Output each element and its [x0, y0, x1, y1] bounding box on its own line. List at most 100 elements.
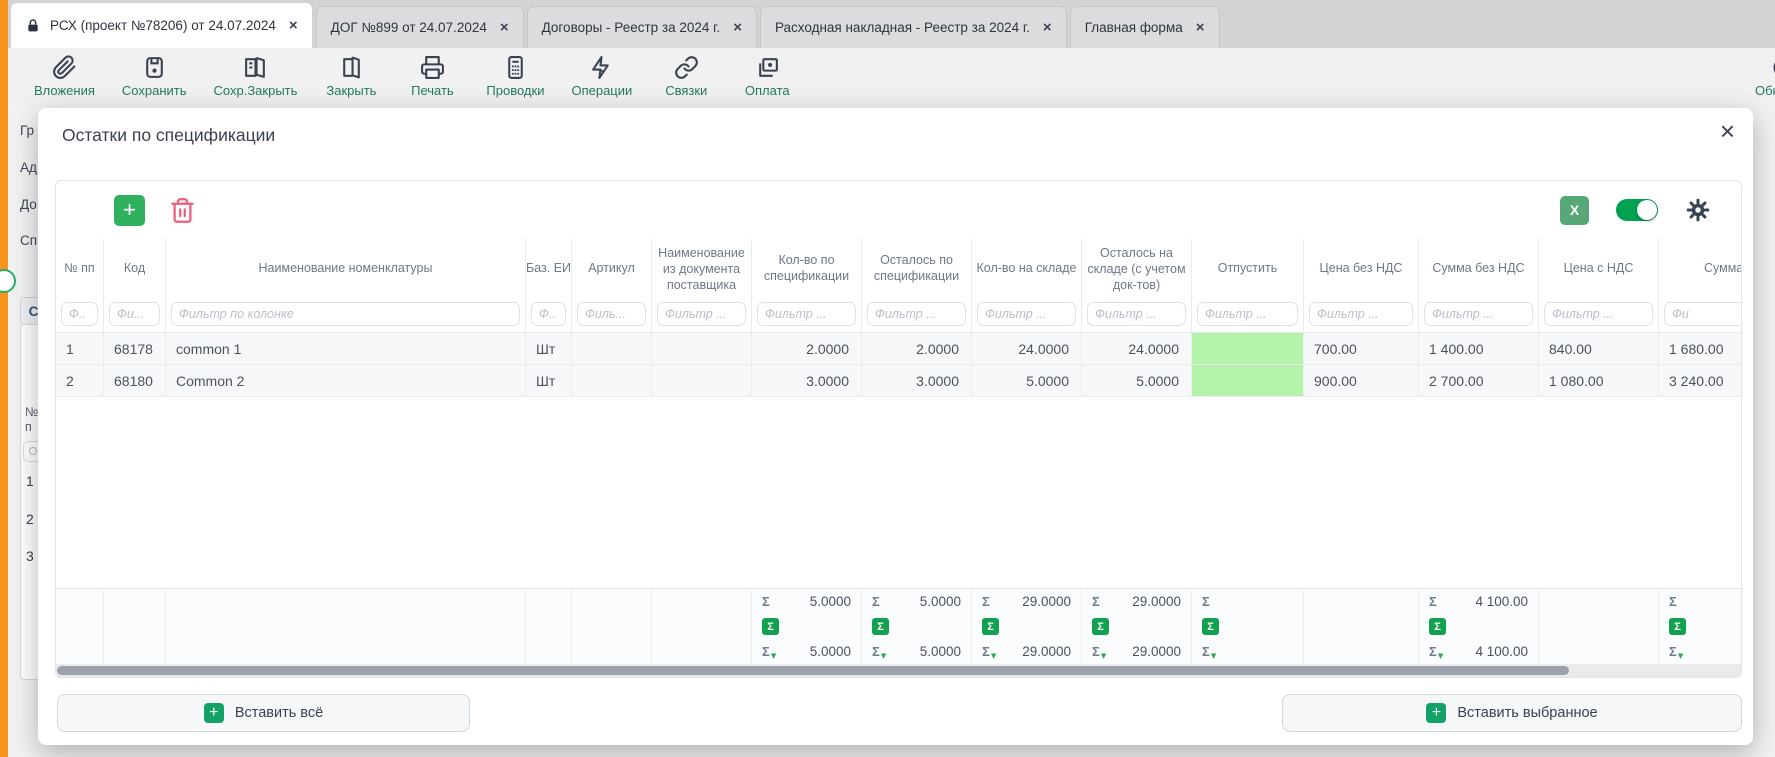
th-price-no-vat[interactable]: Цена без НДС [1304, 239, 1419, 297]
scrollbar-thumb[interactable] [57, 666, 1569, 675]
dialog-close-icon[interactable]: × [1720, 116, 1735, 146]
th-code[interactable]: Код [104, 239, 166, 297]
toolbar-item-close[interactable]: Закрыть [324, 55, 378, 108]
sigma-filtered-icon: Σ [872, 645, 880, 658]
toolbar-item-save[interactable]: Сохранить [122, 55, 187, 108]
cell-supplier-doc [652, 365, 752, 396]
tab-dogovory-reestr[interactable]: Договоры - Реестр за 2024 г. × [527, 6, 757, 48]
add-row-button[interactable]: + [114, 195, 145, 226]
insert-all-button[interactable]: + Вставить всё [57, 694, 470, 732]
filter-input-article[interactable] [577, 302, 646, 326]
cell-price-no-vat: 900.00 [1304, 365, 1419, 396]
filter-input-nomenclature[interactable] [171, 302, 520, 326]
filter-input-price-no-vat[interactable] [1309, 302, 1413, 326]
filter-input-qty-by-spec[interactable] [757, 302, 856, 326]
sum-button[interactable]: Σ [872, 618, 889, 635]
cell-npp: 2 [56, 365, 104, 396]
filter-input-npp[interactable] [61, 302, 98, 326]
gear-icon[interactable] [1685, 197, 1711, 223]
toolbar-item-label: Сохр.Закрыть [214, 83, 298, 98]
filter-cell [104, 297, 166, 332]
tab-rashodnaya-reestr[interactable]: Расходная накладная - Реестр за 2024 г. … [760, 6, 1067, 48]
th-price-vat[interactable]: Цена с НДС [1539, 239, 1659, 297]
filter-input-supplier-doc[interactable] [657, 302, 746, 326]
spec-remains-table: № пп Код Наименование номенклатуры Баз. … [56, 239, 1741, 677]
summary-cell: Σ5.0000 [862, 589, 972, 614]
th-qty-in-stock[interactable]: Кол-во на складе [972, 239, 1082, 297]
sum-button[interactable]: Σ [1429, 618, 1446, 635]
cell-release-editable[interactable] [1192, 333, 1304, 364]
sigma-filtered-icon: Σ [1669, 645, 1677, 658]
table-row[interactable]: 2 68180 Common 2 Шт 3.0000 3.0000 5.0000… [56, 365, 1741, 397]
tab-close-icon[interactable]: × [500, 19, 509, 36]
tab-dog-899[interactable]: ДОГ №899 от 24.07.2024 × [316, 6, 524, 48]
horizontal-scrollbar[interactable] [56, 664, 1741, 677]
toolbar-item-refresh[interactable]: Обновить [1755, 55, 1775, 98]
filter-input-left-in-stock[interactable] [1087, 302, 1186, 326]
filter-input-code[interactable] [109, 302, 160, 326]
toolbar-item-operations[interactable]: Операции [571, 55, 632, 108]
insert-selected-button[interactable]: + Вставить выбранное [1282, 694, 1742, 732]
sigma-filtered-icon: Σ [1092, 645, 1100, 658]
th-left-by-spec[interactable]: Осталось по спецификации [862, 239, 972, 297]
app-window: РСХ (проект №78206) от 24.07.2024 × ДОГ … [0, 0, 1775, 757]
tab-close-icon[interactable]: × [1196, 19, 1205, 36]
th-nomenclature[interactable]: Наименование номенклатуры [166, 239, 526, 297]
funnel-icon: ▼ [991, 652, 996, 664]
toolbar-item-postings[interactable]: Проводки [486, 55, 544, 108]
th-left-in-stock[interactable]: Осталось на складе (с учетом док-тов) [1082, 239, 1192, 297]
cell-release-editable[interactable] [1192, 365, 1304, 396]
filter-input-base-unit[interactable] [531, 302, 566, 326]
toolbar-item-label: Печать [411, 83, 454, 98]
sum-button[interactable]: Σ [1092, 618, 1109, 635]
tab-close-icon[interactable]: × [1043, 19, 1052, 36]
funnel-icon: ▼ [1211, 652, 1216, 664]
summary-cell: Σ [1659, 614, 1742, 639]
filter-input-sum-vat[interactable] [1664, 302, 1742, 326]
th-base-unit[interactable]: Баз. ЕИ [526, 239, 572, 297]
filter-input-qty-in-stock[interactable] [977, 302, 1076, 326]
cell-left-by-spec: 3.0000 [862, 365, 972, 396]
filter-input-sum-no-vat[interactable] [1424, 302, 1533, 326]
toolbar-item-label: Оплата [745, 83, 790, 98]
paperclip-icon [52, 55, 77, 80]
sum-button[interactable]: Σ [1202, 618, 1219, 635]
sum-button[interactable]: Σ [762, 618, 779, 635]
toolbar-item-links[interactable]: Связки [659, 55, 713, 108]
th-supplier-doc-name[interactable]: Наименование из документа поставщика [652, 239, 752, 297]
spec-remains-dialog: Остатки по спецификации × + X [38, 108, 1753, 745]
tab-glavnaya-forma[interactable]: Главная форма × [1070, 6, 1220, 48]
th-sum-no-vat[interactable]: Сумма без НДС [1419, 239, 1539, 297]
sigma-icon: Σ [762, 595, 770, 608]
cell-left-in-stock: 24.0000 [1082, 333, 1192, 364]
tab-close-icon[interactable]: × [289, 17, 298, 34]
toggle-switch[interactable] [1616, 199, 1658, 221]
th-release[interactable]: Отпустить [1192, 239, 1304, 297]
toolbar-item-attachments[interactable]: Вложения [34, 55, 95, 108]
filter-cell [1659, 297, 1742, 332]
cell-sum-no-vat: 1 400.00 [1419, 333, 1539, 364]
th-article[interactable]: Артикул [572, 239, 652, 297]
export-excel-button[interactable]: X [1560, 196, 1589, 225]
cell-sum-no-vat: 2 700.00 [1419, 365, 1539, 396]
toolbar-item-payment[interactable]: Оплата [740, 55, 794, 108]
filter-input-price-vat[interactable] [1544, 302, 1653, 326]
sum-button[interactable]: Σ [1669, 618, 1686, 635]
th-qty-by-spec[interactable]: Кол-во по спецификации [752, 239, 862, 297]
tab-label: Договоры - Реестр за 2024 г. [542, 20, 721, 35]
filter-input-release[interactable] [1197, 302, 1298, 326]
toolbar-item-label: Связки [665, 83, 707, 98]
save-icon [142, 55, 167, 80]
filter-input-left-by-spec[interactable] [867, 302, 966, 326]
th-npp[interactable]: № пп [56, 239, 104, 297]
tab-rsx-project[interactable]: РСХ (проект №78206) от 24.07.2024 × [10, 2, 313, 48]
table-row[interactable]: 1 68178 common 1 Шт 2.0000 2.0000 24.000… [56, 333, 1741, 365]
th-sum-vat[interactable]: Сумма с НДС [1659, 239, 1742, 297]
sum-button[interactable]: Σ [982, 618, 999, 635]
delete-row-icon[interactable] [169, 197, 196, 224]
toolbar-item-print[interactable]: Печать [405, 55, 459, 108]
tab-close-icon[interactable]: × [733, 19, 742, 36]
table-summary: Σ5.0000 Σ5.0000 Σ29.0000 Σ29.0000 Σ Σ4 1… [56, 588, 1741, 664]
toolbar-item-save-close[interactable]: Сохр.Закрыть [214, 55, 298, 108]
sigma-icon: Σ [872, 595, 880, 608]
